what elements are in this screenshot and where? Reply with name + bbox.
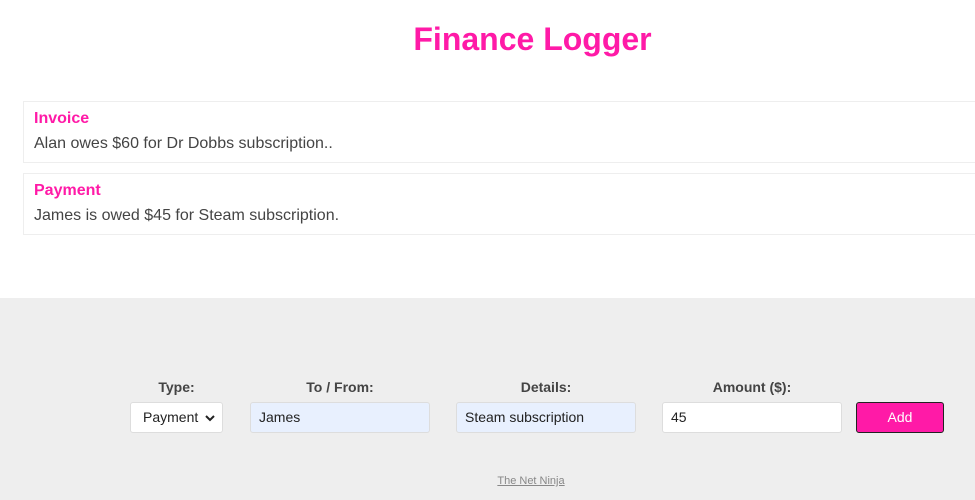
list-item: Payment James is owed $45 for Steam subs… bbox=[23, 173, 975, 235]
type-label: Type: bbox=[158, 379, 195, 395]
details-input[interactable]: Steam subscription bbox=[456, 402, 636, 433]
chevron-down-icon bbox=[205, 414, 215, 421]
amount-input[interactable]: 45 bbox=[662, 402, 842, 433]
item-text: Alan owes $60 for Dr Dobbs subscription.… bbox=[34, 135, 333, 152]
type-select-value: Payment bbox=[143, 409, 199, 425]
list-item: Invoice Alan owes $60 for Dr Dobbs subsc… bbox=[23, 101, 975, 163]
footer-link[interactable]: The Net Ninja bbox=[0, 475, 975, 487]
amount-label: Amount ($): bbox=[712, 379, 792, 395]
item-list: Invoice Alan owes $60 for Dr Dobbs subsc… bbox=[23, 101, 975, 245]
tofrom-field: To / From: James bbox=[250, 378, 430, 433]
amount-field: Amount ($): 45 bbox=[662, 378, 842, 433]
tofrom-input[interactable]: James bbox=[250, 402, 430, 433]
add-button[interactable]: Add bbox=[856, 402, 944, 433]
item-type: Payment bbox=[34, 182, 101, 199]
type-select[interactable]: Payment bbox=[130, 402, 223, 433]
tofrom-label: To / From: bbox=[306, 379, 374, 395]
item-type: Invoice bbox=[34, 110, 90, 127]
app: Finance Logger Invoice Alan owes $60 for… bbox=[0, 0, 975, 500]
details-field: Details: Steam subscription bbox=[456, 378, 636, 433]
footer-form-area: Type: Payment To / From: James Details: … bbox=[0, 298, 975, 500]
page-title: Finance Logger bbox=[413, 21, 652, 57]
details-label: Details: bbox=[520, 379, 572, 395]
type-field: Type: Payment bbox=[130, 378, 223, 433]
item-text: James is owed $45 for Steam subscription… bbox=[34, 207, 340, 224]
